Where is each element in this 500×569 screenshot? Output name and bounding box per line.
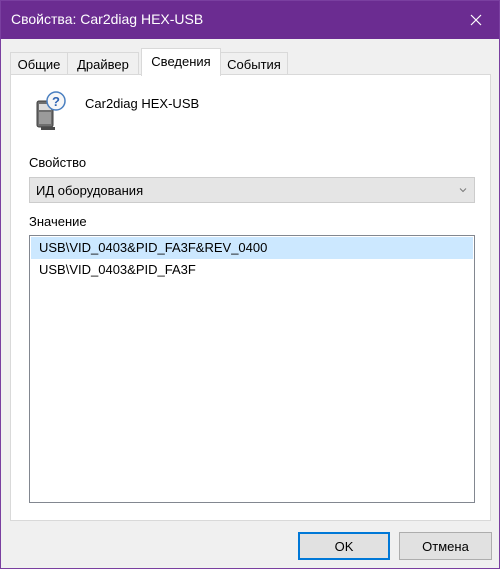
window-title: Свойства: Car2diag HEX-USB	[11, 11, 204, 27]
ok-button[interactable]: OK	[298, 532, 390, 560]
cancel-button[interactable]: Отмена	[399, 532, 492, 560]
value-label: Значение	[29, 214, 87, 229]
details-panel: ? Car2diag HEX-USB Свойство ИД оборудова…	[10, 74, 491, 521]
value-listbox[interactable]: USB\VID_0403&PID_FA3F&REV_0400 USB\VID_0…	[29, 235, 475, 503]
tab-events[interactable]: События	[220, 52, 288, 75]
property-dropdown[interactable]: ИД оборудования	[29, 177, 475, 203]
unknown-device-icon: ?	[33, 91, 69, 131]
tab-driver-label: Драйвер	[77, 57, 129, 72]
svg-text:?: ?	[52, 94, 60, 109]
tab-details[interactable]: Сведения	[141, 48, 221, 76]
list-item[interactable]: USB\VID_0403&PID_FA3F&REV_0400	[31, 237, 473, 259]
properties-dialog: Свойства: Car2diag HEX-USB Общие Драйвер…	[0, 0, 500, 569]
property-dropdown-value: ИД оборудования	[36, 183, 144, 198]
tab-details-label: Сведения	[151, 54, 211, 69]
close-button[interactable]	[453, 1, 499, 39]
property-label: Свойство	[29, 155, 87, 170]
list-item[interactable]: USB\VID_0403&PID_FA3F	[31, 259, 473, 281]
chevron-down-icon	[459, 188, 467, 193]
tab-general-label: Общие	[17, 57, 61, 72]
close-icon	[470, 14, 482, 26]
title-bar[interactable]: Свойства: Car2diag HEX-USB	[1, 1, 499, 39]
tab-driver[interactable]: Драйвер	[67, 52, 139, 75]
tab-events-label: События	[227, 57, 281, 72]
tab-general[interactable]: Общие	[10, 52, 68, 75]
device-name: Car2diag HEX-USB	[85, 96, 200, 111]
